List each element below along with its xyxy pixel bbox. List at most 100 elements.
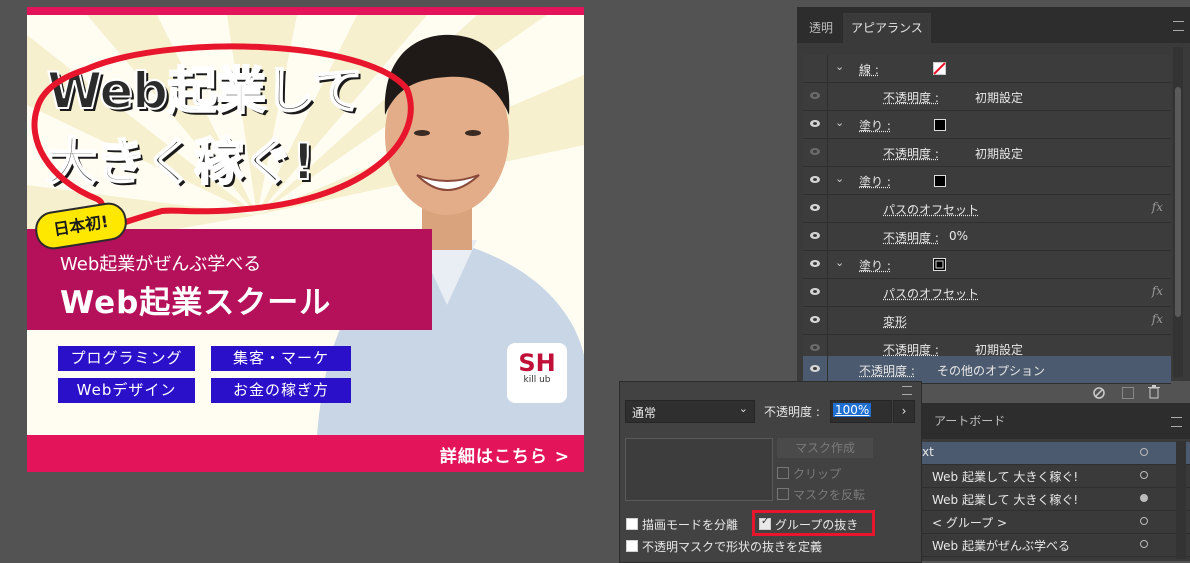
checkbox-icon[interactable] [777, 488, 789, 500]
tag-programming: プログラミング [58, 346, 195, 371]
target-circle-icon[interactable] [1140, 540, 1148, 548]
row-value: その他のオプション [937, 364, 1046, 378]
appearance-row-fill[interactable]: ⌄ 塗り : [803, 251, 1171, 279]
opacity-input[interactable]: 100% [830, 400, 892, 423]
target-circle-icon[interactable] [1140, 471, 1148, 479]
row-label: パスのオフセット [883, 287, 980, 301]
checkbox-icon[interactable] [777, 467, 789, 479]
layers-scrollbar[interactable] [1176, 441, 1186, 559]
fx-icon[interactable]: fx [1152, 284, 1163, 298]
appearance-row-object-opacity[interactable]: 不透明度 : その他のオプション [803, 356, 1171, 384]
knockout-group-checkbox[interactable]: ✓ グループの抜き [759, 516, 858, 533]
appearance-row-fill[interactable]: ⌄ 塗り : [803, 111, 1171, 139]
transparency-popup: 通常 ⌄ 不透明度 : 100% › マスク作成 クリップ マスクを反転 描画モ… [619, 381, 922, 563]
make-mask-label: マスク作成 [794, 441, 855, 455]
appearance-row-transform[interactable]: 変形 fx [803, 307, 1171, 335]
appearance-row-opacity[interactable]: 不透明度 : 初期設定 [803, 139, 1171, 167]
row-label: 塗り : [859, 259, 891, 273]
row-label: 不透明度 : [883, 231, 939, 245]
fx-icon[interactable]: fx [1152, 312, 1163, 326]
checkbox-checked-icon[interactable]: ✓ [759, 516, 771, 530]
blend-mode-select[interactable]: 通常 ⌄ [625, 400, 755, 423]
tab-artboards[interactable]: アートボード [934, 412, 1005, 429]
opacity-slider-button[interactable]: › [893, 400, 915, 423]
checkbox-icon[interactable] [626, 518, 638, 530]
eye-icon[interactable] [810, 365, 820, 372]
appearance-row-offset-path[interactable]: パスのオフセット fx [803, 195, 1171, 223]
invert-mask-checkbox[interactable]: マスクを反転 [777, 486, 865, 503]
target-circle-icon[interactable] [1140, 517, 1148, 525]
chevron-down-icon[interactable]: ⌄ [835, 116, 844, 129]
duplicate-item-icon[interactable] [1122, 387, 1134, 399]
fill-swatch-black[interactable] [934, 119, 946, 131]
row-label: 不透明度 : [883, 91, 939, 105]
cta-bar[interactable]: 詳細はこちら > [27, 435, 584, 472]
eye-icon[interactable] [810, 288, 820, 295]
eye-icon[interactable] [810, 232, 820, 239]
eye-icon[interactable] [810, 260, 820, 267]
tag-money: お金の稼ぎ方 [211, 378, 351, 403]
eye-icon[interactable] [810, 204, 820, 211]
appearance-panel: 透明 アピアランス ⌄ 線 : 不透明度 : 初期設定 ⌄ 塗り : 不透明度 … [797, 7, 1190, 384]
appearance-row-opacity[interactable]: 不透明度 : 初期設定 [803, 83, 1171, 111]
logo-main-text: SH [518, 349, 556, 377]
opacity-mask-knockout-checkbox[interactable]: 不透明マスクで形状の抜きを定義 [626, 538, 822, 555]
row-value: 初期設定 [975, 91, 1024, 105]
appearance-row-opacity[interactable]: 不透明度 : 0% [803, 223, 1171, 251]
row-label: 変形 [883, 315, 908, 329]
tag-web-design: Webデザイン [58, 378, 195, 403]
layer-row[interactable]: xt [920, 442, 1190, 465]
cta-label: 詳細はこちら > [439, 447, 570, 467]
banner-school-title: Web起業スクール [60, 285, 332, 321]
chevron-down-icon[interactable]: ⌄ [835, 172, 844, 185]
appearance-row-stroke[interactable]: ⌄ 線 : [803, 55, 1171, 83]
layer-row[interactable]: Web 起業がぜんぶ学べる [920, 534, 1190, 557]
logo-sub-text: kill ub [523, 375, 551, 385]
row-label: 線 : [859, 63, 879, 77]
banner-artboard[interactable]: Web起業して 大きく稼ぐ! 日本初! Web起業がぜんぶ学べる Web起業スク… [27, 7, 584, 472]
layers-tab-bar: アートボード [920, 403, 1190, 439]
isolate-blending-label: 描画モードを分離 [642, 518, 739, 532]
fill-swatch-black[interactable] [934, 175, 946, 187]
stroke-none-swatch[interactable] [933, 62, 946, 75]
make-mask-button[interactable]: マスク作成 [777, 438, 873, 458]
banner-subheading: Web起業がぜんぶ学べる [60, 254, 262, 275]
appearance-row-fill[interactable]: ⌄ 塗り : [803, 167, 1171, 195]
tab-appearance[interactable]: アピアランス [843, 13, 931, 43]
layer-row[interactable]: Web 起業して 大きく稼ぐ! [920, 465, 1190, 488]
panel-menu-icon[interactable] [1173, 21, 1184, 31]
eye-icon[interactable] [810, 344, 820, 351]
knockout-group-label: グループの抜き [775, 518, 859, 532]
row-label: 塗り : [859, 175, 891, 189]
isolate-blending-checkbox[interactable]: 描画モードを分離 [626, 516, 738, 533]
eye-icon[interactable] [810, 120, 820, 127]
chevron-down-icon[interactable]: ⌄ [835, 256, 844, 269]
tab-transparency[interactable]: 透明 [801, 13, 841, 43]
eye-icon[interactable] [810, 92, 820, 99]
layer-name: < グループ > [932, 516, 1008, 530]
checkbox-icon[interactable] [626, 540, 638, 552]
eye-icon[interactable] [810, 148, 820, 155]
mask-thumbnail [625, 438, 773, 501]
opacity-label: 不透明度 : [764, 405, 820, 419]
row-label: 塗り : [859, 119, 891, 133]
layers-panel: アートボード xt Web 起業して 大きく稼ぐ! Web 起業して 大きく稼ぐ… [920, 403, 1190, 561]
clear-appearance-icon[interactable] [1093, 387, 1105, 399]
clip-checkbox[interactable]: クリップ [777, 465, 841, 482]
top-accent-bar [27, 7, 584, 15]
trash-icon[interactable] [1148, 385, 1160, 399]
panel-menu-icon[interactable] [1171, 417, 1182, 427]
popup-menu-icon[interactable] [902, 386, 912, 395]
scrollbar-thumb[interactable] [1175, 87, 1181, 317]
appearance-row-offset-path[interactable]: パスのオフセット fx [803, 279, 1171, 307]
target-circle-icon[interactable] [1140, 448, 1148, 456]
chevron-down-icon[interactable]: ⌄ [835, 60, 844, 73]
panel-scrollbar[interactable] [1173, 47, 1183, 377]
layer-row[interactable]: Web 起業して 大きく稼ぐ! [920, 488, 1190, 511]
eye-icon[interactable] [810, 316, 820, 323]
fill-swatch-outlined[interactable] [933, 258, 946, 271]
fx-icon[interactable]: fx [1152, 200, 1163, 214]
layer-row[interactable]: < グループ > [920, 511, 1190, 534]
target-circle-icon[interactable] [1140, 494, 1148, 502]
eye-icon[interactable] [810, 176, 820, 183]
